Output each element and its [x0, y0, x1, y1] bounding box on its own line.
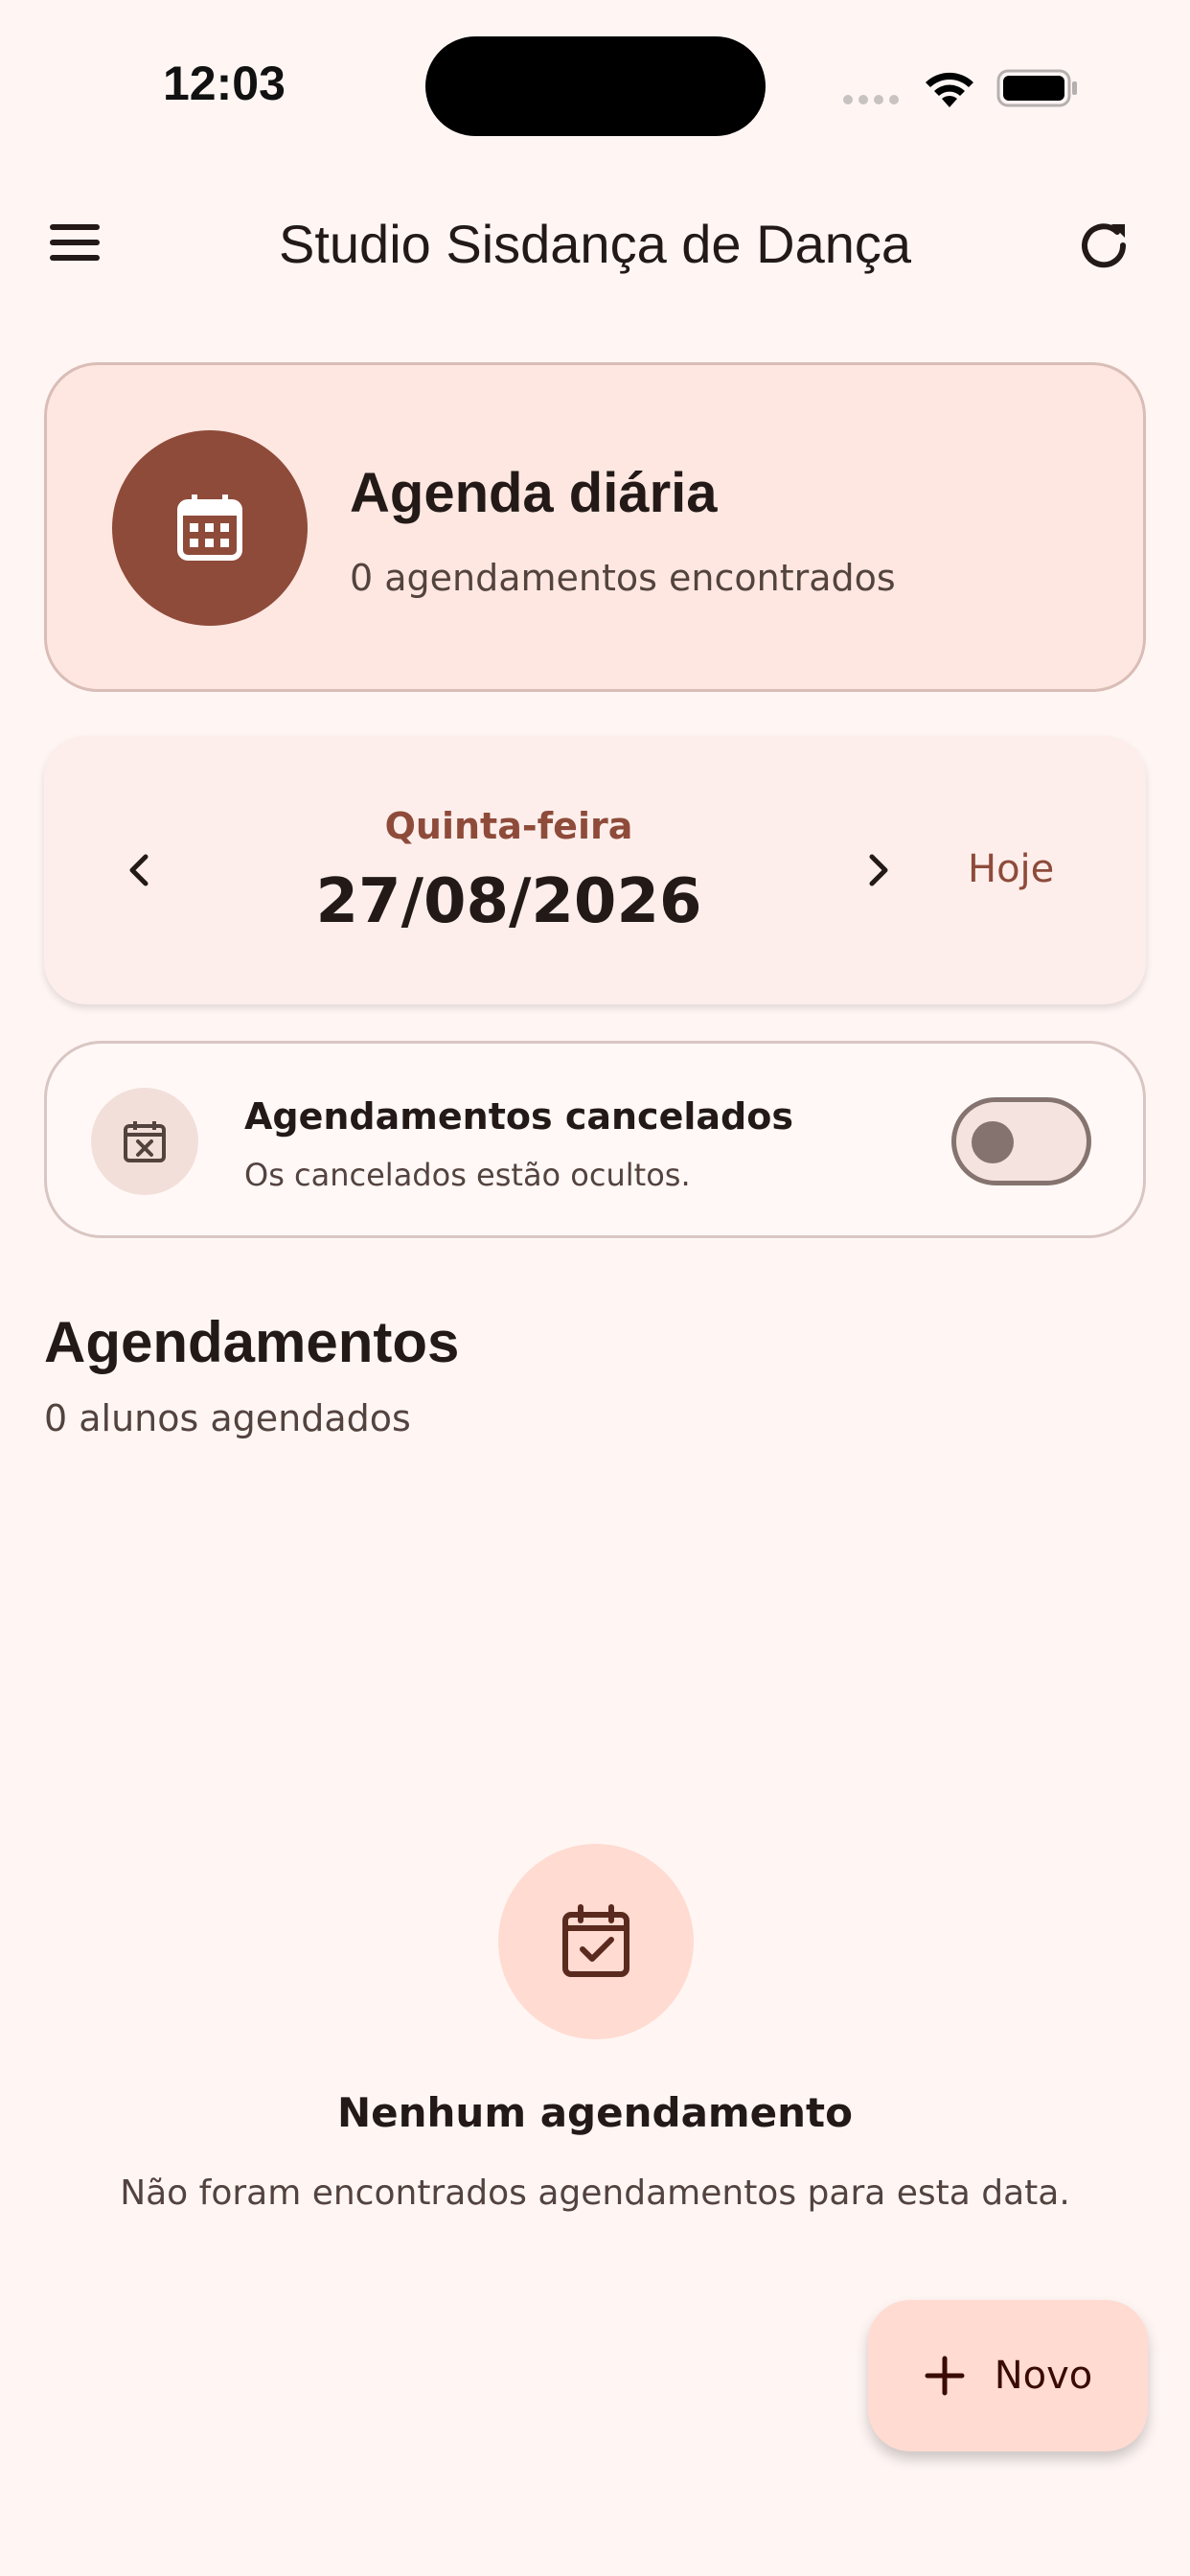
page-title: Studio Sisdança de Dança — [279, 214, 911, 274]
cancelled-filter-card: Agendamentos cancelados Os cancelados es… — [44, 1041, 1146, 1238]
battery-icon — [996, 69, 1077, 107]
section-subtitle: 0 alunos agendados — [44, 1397, 411, 1439]
calendar-cancel-icon — [91, 1088, 198, 1195]
chevron-right-icon — [869, 854, 888, 886]
refresh-icon[interactable] — [1073, 215, 1134, 276]
today-button[interactable]: Hoje — [968, 847, 1054, 891]
empty-state-message: Não foram encontrados agendamentos para … — [120, 2174, 1070, 2213]
calendar-check-icon — [498, 1844, 694, 2039]
show-cancelled-toggle[interactable] — [951, 1097, 1091, 1185]
toggle-knob — [972, 1121, 1014, 1163]
selected-date: 27/08/2026 — [315, 866, 702, 937]
status-time: 12:03 — [163, 57, 286, 110]
cancelled-filter-title: Agendamentos cancelados — [244, 1095, 793, 1138]
next-day-button[interactable] — [839, 832, 916, 908]
empty-state-title: Nenhum agendamento — [336, 2089, 853, 2136]
date-weekday: Quinta-feira — [384, 805, 633, 847]
cellular-signal-icon — [843, 95, 899, 104]
date-navigator: Quinta-feira 27/08/2026 Hoje — [44, 736, 1146, 1004]
section-title: Agendamentos — [44, 1310, 460, 1374]
calendar-icon — [112, 430, 308, 626]
plus-icon — [925, 2356, 965, 2396]
wifi-icon — [926, 72, 973, 107]
new-appointment-button[interactable]: Novo — [868, 2300, 1148, 2451]
cancelled-filter-subtitle: Os cancelados estão ocultos. — [244, 1157, 691, 1193]
daily-agenda-card: Agenda diária 0 agendamentos encontrados — [44, 362, 1146, 692]
header-title: Agenda diária — [350, 462, 718, 524]
screen: 12:03 Studio Sisdança de Dança Agenda di… — [0, 0, 1190, 2576]
header-subtitle: 0 agendamentos encontrados — [350, 557, 896, 599]
new-appointment-label: Novo — [994, 2354, 1093, 2398]
dynamic-island — [425, 36, 766, 136]
